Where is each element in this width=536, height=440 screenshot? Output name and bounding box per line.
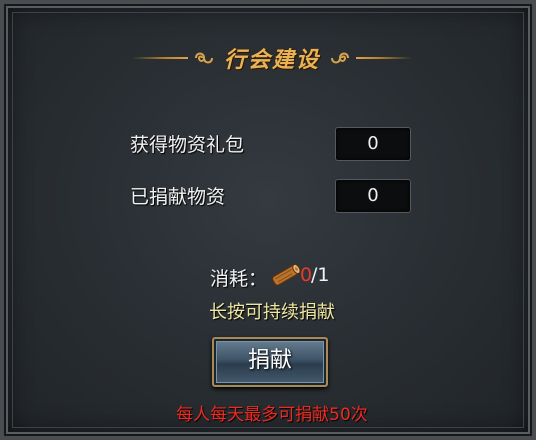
gift-pack-label: 获得物资礼包 (130, 134, 245, 156)
scroll-ornament-icon (195, 52, 213, 64)
donated-label: 已捐献物资 (130, 186, 226, 208)
wood-log-icon (271, 263, 301, 286)
guild-construction-panel: 行会建设 获得物资礼包 0 已捐献物资 0 消耗： 0 /1 长按可持续捐献 捐… (0, 0, 536, 440)
daily-limit-notice: 每人每天最多可捐献50次 (176, 405, 368, 425)
scroll-ornament-icon (331, 52, 349, 64)
panel-header: 行会建设 (4, 38, 536, 78)
hold-to-donate-hint: 长按可持续捐献 (209, 302, 335, 323)
title-divider-right (356, 57, 412, 59)
cost-row: 消耗： 0 /1 (4, 260, 536, 292)
panel-title: 行会建设 (223, 47, 320, 73)
cost-label: 消耗： (210, 268, 268, 290)
donated-value: 0 (335, 179, 411, 213)
donate-button[interactable]: 捐献 (212, 337, 328, 387)
title-divider-left (132, 57, 188, 59)
cost-required-count: /1 (311, 264, 330, 286)
gift-pack-value: 0 (335, 127, 411, 161)
